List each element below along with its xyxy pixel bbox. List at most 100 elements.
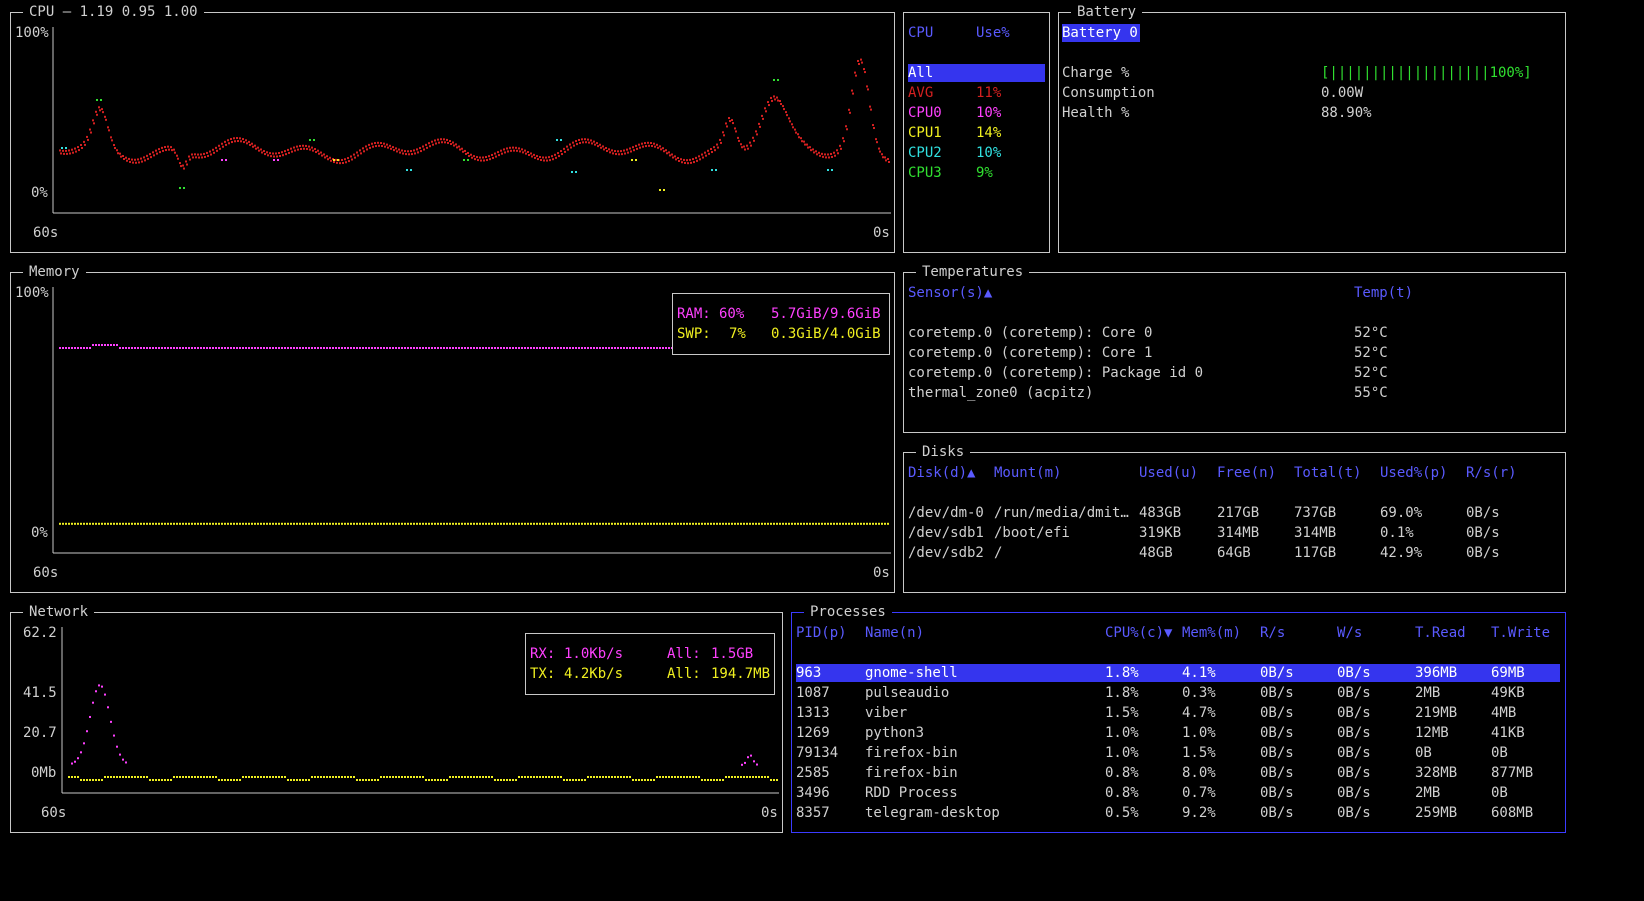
memory-panel[interactable]: Memory 100% 0% 60s 0s RAM: 60% 5.7GiB/9.… <box>10 263 895 593</box>
ram-trace-dot <box>467 347 469 349</box>
cpu-row-cpu1[interactable]: CPU1 14% <box>908 124 1045 142</box>
proc-col-header-cpu[interactable]: CPU%(c)▼ <box>1105 624 1172 642</box>
tx-trace-dot <box>335 776 337 778</box>
ram-trace-dot <box>413 347 415 349</box>
proc-col-header-mem[interactable]: Mem%(m) <box>1182 624 1241 642</box>
swap-trace-dot <box>467 522 469 525</box>
swap-trace-dot <box>620 522 622 525</box>
cpu-trace-dot <box>725 122 727 125</box>
swap-trace-dot <box>782 522 784 525</box>
battery-panel[interactable]: Battery Battery 0 Charge % [||||||||||||… <box>1058 3 1566 253</box>
cpu-trace-dot <box>248 140 250 143</box>
disk-row[interactable]: /dev/sdb2 / 48GB 64GB 117GB 42.9% 0B/s <box>908 544 1558 562</box>
process-row[interactable]: 1313 viber 1.5% 4.7% 0B/s 0B/s 219MB 4MB <box>796 704 1560 722</box>
process-row[interactable]: 79134 firefox-bin 1.0% 1.5% 0B/s 0B/s 0B… <box>796 744 1560 762</box>
cpu-trace-dot <box>881 153 883 156</box>
disk-col-header-disk[interactable]: Disk(d)▲ <box>908 464 975 482</box>
proc-col-header-ws[interactable]: W/s <box>1337 624 1362 642</box>
cpu-trace-dot <box>494 152 496 155</box>
cpu-trace-dot <box>870 108 872 111</box>
temp-row[interactable]: coretemp.0 (coretemp): Core 0 52°C <box>908 324 1558 342</box>
disk-col-header-usedpct[interactable]: Used%(p) <box>1380 464 1447 482</box>
processes-panel[interactable]: Processes PID(p) Name(n) CPU%(c)▼ Mem%(m… <box>791 603 1566 833</box>
swap-trace-dot <box>884 522 886 525</box>
rx-trace-dot <box>113 734 115 737</box>
ram-trace-dot <box>374 347 376 349</box>
cpu-trace-dot <box>92 119 94 122</box>
tx-trace-dot <box>581 779 583 781</box>
disk-total: 117GB <box>1294 545 1337 561</box>
swap-trace-dot <box>257 522 259 525</box>
disk-row[interactable]: /dev/dm-0 /run/media/dmit… 483GB 217GB 7… <box>908 504 1558 522</box>
disk-col-header-used[interactable]: Used(u) <box>1139 464 1198 482</box>
network-panel[interactable]: Network 62.2 41.5 20.7 0Mb 60s 0s RX: 1.… <box>10 603 783 833</box>
process-row[interactable]: 3496 RDD Process 0.8% 0.7% 0B/s 0B/s 2MB… <box>796 784 1560 802</box>
temp-row[interactable]: coretemp.0 (coretemp): Package id 0 52°C <box>908 364 1558 382</box>
disk-col-header-rs[interactable]: R/s(r) <box>1466 464 1517 482</box>
tx-trace-dot <box>398 776 400 778</box>
ram-trace-dot <box>554 347 556 349</box>
temp-row[interactable]: coretemp.0 (coretemp): Core 1 52°C <box>908 344 1558 362</box>
ram-trace-dot <box>269 347 271 349</box>
tx-trace-dot <box>182 776 184 778</box>
battery-consumption-value: 0.00W <box>1321 85 1364 101</box>
proc-col-header-rs[interactable]: R/s <box>1260 624 1285 642</box>
tx-trace-dot <box>758 776 760 778</box>
cpu-trace-dot <box>729 120 731 123</box>
proc-col-header-pid[interactable]: PID(p) <box>796 624 847 642</box>
cpu-trace-dot <box>675 158 677 161</box>
tx-trace-dot <box>92 779 94 781</box>
cpu-trace-dot <box>501 152 503 155</box>
swap-trace-dot <box>68 522 70 525</box>
cpu-trace-dot <box>285 153 287 156</box>
cpu-scatter-dot <box>571 171 573 173</box>
swap-trace-dot <box>641 522 643 525</box>
proc-col-header-twrite[interactable]: T.Write <box>1491 624 1550 642</box>
process-row-selected[interactable]: 963 gnome-shell 1.8% 4.1% 0B/s 0B/s 396M… <box>796 664 1560 682</box>
cpu-trace-dot <box>428 142 430 145</box>
proc-col-header-tread[interactable]: T.Read <box>1415 624 1466 642</box>
cpu-col-header-name[interactable]: CPU <box>908 24 933 42</box>
cpu-row-cpu0[interactable]: CPU0 10% <box>908 104 1045 122</box>
process-row[interactable]: 1269 python3 1.0% 1.0% 0B/s 0B/s 12MB 41… <box>796 724 1560 742</box>
disk-col-header-total[interactable]: Total(t) <box>1294 464 1361 482</box>
disk-col-header-free[interactable]: Free(n) <box>1217 464 1276 482</box>
cpu-trace-dot <box>800 137 802 140</box>
cpu-trace-dot <box>878 147 880 150</box>
temp-col-header-temp[interactable]: Temp(t) <box>1354 284 1413 302</box>
process-row[interactable]: 2585 firefox-bin 0.8% 8.0% 0B/s 0B/s 328… <box>796 764 1560 782</box>
proc-col-header-name[interactable]: Name(n) <box>865 624 924 642</box>
cpu-col-header-use[interactable]: Use% <box>976 24 1010 42</box>
disk-row[interactable]: /dev/sdb1 /boot/efi 319KB 314MB 314MB 0.… <box>908 524 1558 542</box>
cpu-row-cpu2[interactable]: CPU2 10% <box>908 144 1045 162</box>
tx-trace-dot <box>422 776 424 778</box>
cpu-trace-dot <box>677 157 679 160</box>
process-row[interactable]: 1087 pulseaudio 1.8% 0.3% 0B/s 0B/s 2MB … <box>796 684 1560 702</box>
cpu-row-use: 10% <box>976 145 1002 161</box>
cpu-row-all[interactable]: All <box>908 64 1045 82</box>
cpu-trace-dot <box>333 161 335 164</box>
proc-pid: 1313 <box>796 705 830 721</box>
swap-trace-dot <box>344 522 346 525</box>
cpu-trace-dot <box>737 136 739 139</box>
swap-trace-dot <box>158 522 160 525</box>
temp-row[interactable]: thermal_zone0 (acpitz) 55°C <box>908 384 1558 402</box>
disk-mount: /run/media/dmit… <box>994 505 1129 521</box>
proc-twrite: 49KB <box>1491 685 1525 701</box>
swap-trace-dot <box>182 522 184 525</box>
cpu-graph-panel[interactable]: CPU — 1.19 0.95 1.00 100% 0% 60s 0s <box>10 3 895 253</box>
battery-tab[interactable]: Battery 0 <box>1062 24 1140 42</box>
cpu-row-avg[interactable]: AVG 11% <box>908 84 1045 102</box>
swap-trace-dot <box>140 522 142 525</box>
swap-trace-dot <box>332 522 334 525</box>
tx-trace-dot <box>659 776 661 778</box>
cpu-row-cpu3[interactable]: CPU3 9% <box>908 164 1045 182</box>
disk-col-header-mount[interactable]: Mount(m) <box>994 464 1061 482</box>
temp-col-header-sensor[interactable]: Sensor(s)▲ <box>908 284 992 302</box>
cpu-table-panel[interactable]: CPU Use% All AVG 11% CPU0 10% CPU1 14% C… <box>903 12 1050 253</box>
swap-trace-dot <box>305 522 307 525</box>
process-row[interactable]: 8357 telegram-desktop 0.5% 9.2% 0B/s 0B/… <box>796 804 1560 822</box>
temperatures-panel[interactable]: Temperatures Sensor(s)▲ Temp(t) coretemp… <box>903 263 1566 433</box>
disks-panel[interactable]: Disks Disk(d)▲ Mount(m) Used(u) Free(n) … <box>903 443 1566 593</box>
tx-trace-dot <box>395 776 397 778</box>
